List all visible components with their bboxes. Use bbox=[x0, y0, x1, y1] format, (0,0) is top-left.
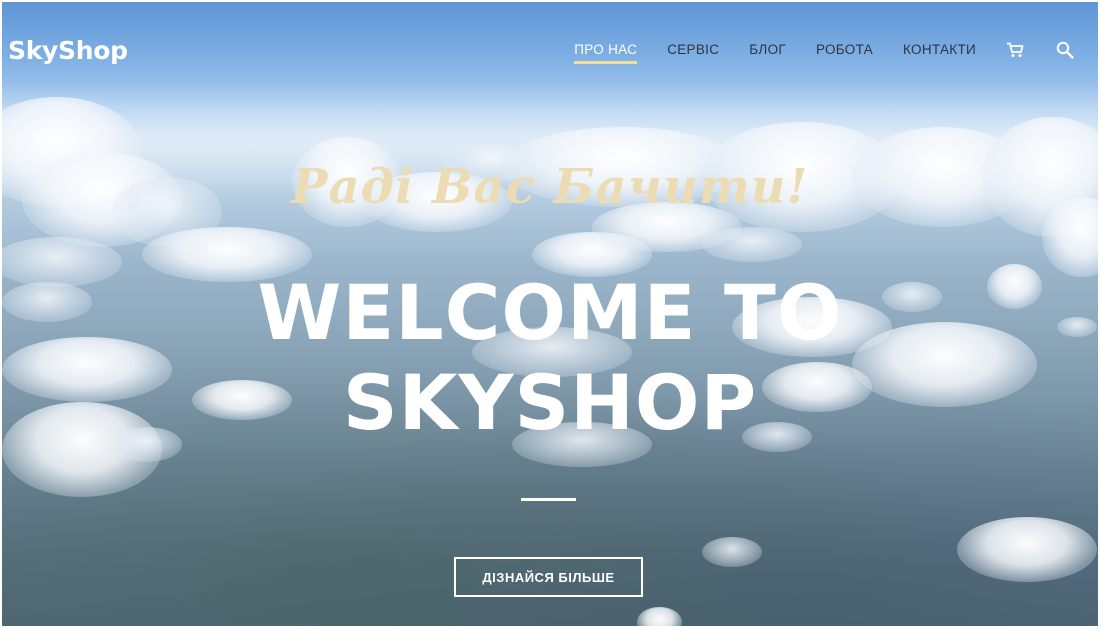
cloud bbox=[702, 537, 762, 567]
nav-item-blog[interactable]: БЛОГ bbox=[749, 42, 786, 64]
nav-item-about[interactable]: ПРО НАС bbox=[574, 42, 638, 64]
hero-divider bbox=[521, 498, 576, 501]
learn-more-button[interactable]: ДІЗНАЙСЯ БІЛЬШЕ bbox=[454, 557, 643, 597]
cloud bbox=[702, 227, 802, 262]
nav-item-service[interactable]: СЕРВІС bbox=[667, 42, 719, 64]
hero-tagline: Раді Вас Бачити! bbox=[291, 159, 809, 215]
search-icon[interactable] bbox=[1054, 39, 1076, 61]
hero-title-line-1: WELCOME TO bbox=[257, 268, 843, 357]
hero-title: WELCOME TO SKYSHOP bbox=[2, 268, 1098, 448]
page-frame: SkyShop ПРО НАС СЕРВІС БЛОГ РОБОТА КОНТА… bbox=[2, 2, 1098, 626]
cloud bbox=[957, 517, 1097, 582]
main-navigation: ПРО НАС СЕРВІС БЛОГ РОБОТА КОНТАКТИ bbox=[574, 39, 1076, 64]
site-logo[interactable]: SkyShop bbox=[8, 36, 128, 65]
cart-icon[interactable] bbox=[1004, 39, 1026, 61]
nav-item-contacts[interactable]: КОНТАКТИ bbox=[903, 42, 976, 64]
hero-title-line-2: SKYSHOP bbox=[342, 358, 758, 447]
nav-item-work[interactable]: РОБОТА bbox=[816, 42, 873, 64]
